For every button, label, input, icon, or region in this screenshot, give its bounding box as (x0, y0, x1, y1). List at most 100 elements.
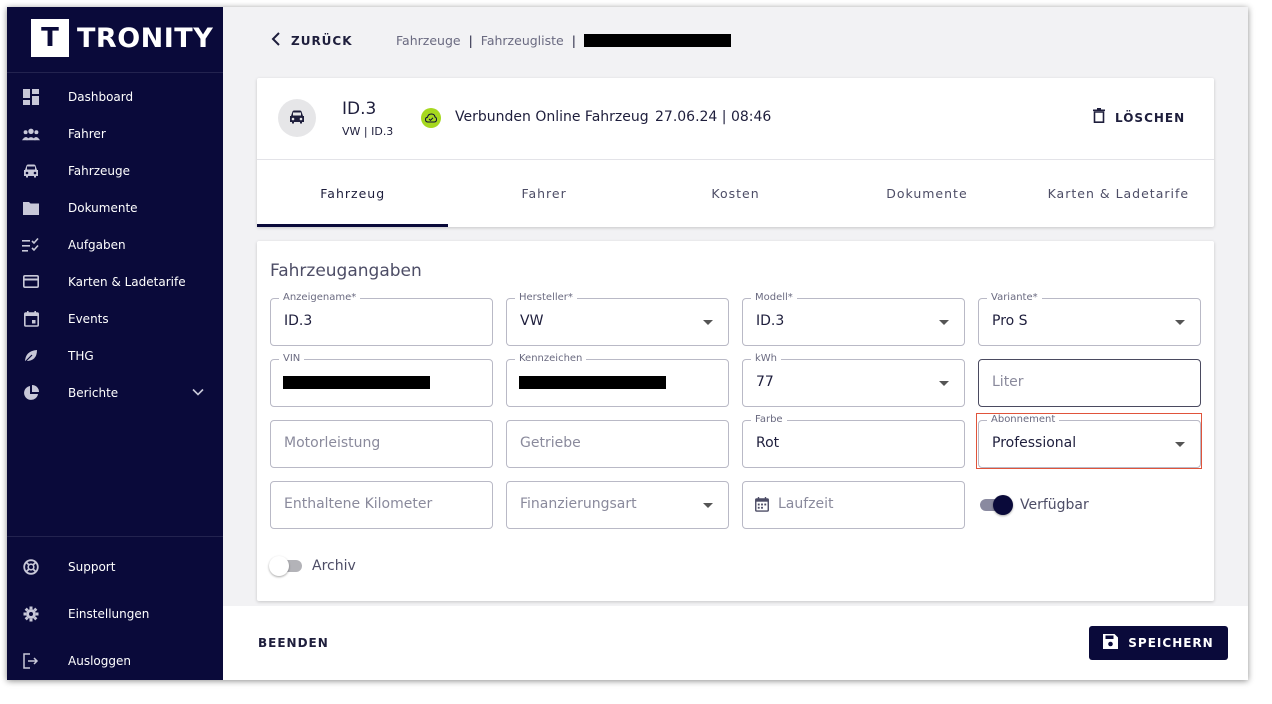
motorleistung-field[interactable]: Motorleistung (270, 420, 493, 468)
calendar-icon (22, 310, 40, 328)
field-placeholder: Getriebe (520, 435, 581, 451)
sidebar: T TRONITY Dashboard Fahrer Fahrzeuge Dok… (7, 7, 223, 680)
status-timestamp: 27.06.24 | 08:46 (655, 109, 772, 125)
sidebar-item-berichte[interactable]: Berichte (7, 374, 223, 411)
vehicle-details-card: Fahrzeugangaben Anzeigename* ID.3 Herste… (257, 241, 1214, 601)
finish-button[interactable]: BEENDEN (258, 636, 329, 650)
toggle-knob (269, 556, 289, 576)
sidebar-item-label: Fahrzeuge (68, 163, 130, 178)
breadcrumb-separator: | (468, 33, 473, 48)
sidebar-item-label: Karten & Ladetarife (68, 274, 186, 289)
chevron-left-icon (271, 31, 281, 50)
back-button[interactable]: ZURÜCK (271, 31, 353, 50)
dropdown-arrow-icon (939, 320, 949, 325)
kilometer-field[interactable]: Enthaltene Kilometer (270, 481, 493, 529)
sidebar-item-label: Events (68, 311, 109, 326)
leaf-icon (22, 347, 40, 365)
tab-fahrzeug[interactable]: Fahrzeug (257, 160, 449, 227)
dropdown-arrow-icon (1175, 320, 1185, 325)
tab-fahrer[interactable]: Fahrer (448, 160, 639, 227)
tab-dokumente[interactable]: Dokumente (831, 160, 1022, 227)
sidebar-item-fahrzeuge[interactable]: Fahrzeuge (7, 152, 223, 189)
tab-bar: Fahrzeug Fahrer Kosten Dokumente Karten … (257, 160, 1214, 227)
vehicle-subtitle: VW | ID.3 (342, 125, 394, 138)
checklist-icon (22, 236, 40, 254)
toggle-knob (993, 495, 1013, 515)
field-placeholder: Liter (992, 374, 1024, 390)
kwh-select[interactable]: kWh 77 (742, 353, 965, 407)
calendar-icon (755, 497, 769, 516)
field-label: Anzeigename* (279, 292, 361, 304)
sidebar-item-thg[interactable]: THG (7, 337, 223, 374)
dropdown-arrow-icon (703, 503, 713, 508)
getriebe-field[interactable]: Getriebe (506, 420, 729, 468)
sidebar-item-support[interactable]: Support (7, 543, 223, 590)
hersteller-select[interactable]: Hersteller* VW (506, 292, 729, 346)
sidebar-item-label: Ausloggen (68, 653, 131, 668)
toggle-label: Archiv (312, 558, 356, 574)
sidebar-item-karten[interactable]: Karten & Ladetarife (7, 263, 223, 300)
laufzeit-date-field[interactable]: Laufzeit (742, 481, 965, 529)
save-button[interactable]: SPEICHERN (1089, 626, 1228, 660)
field-value: Rot (756, 435, 780, 451)
topbar: ZURÜCK Fahrzeuge | Fahrzeugliste | (223, 7, 1248, 73)
field-value: VW (520, 313, 544, 329)
delete-button[interactable]: LÖSCHEN (1093, 108, 1185, 127)
dropdown-arrow-icon (939, 381, 949, 386)
field-label: Kennzeichen (515, 353, 587, 365)
vehicle-name: ID.3 (342, 99, 377, 119)
redacted-vin (283, 376, 430, 389)
liter-field[interactable]: Liter (978, 359, 1201, 407)
people-icon (22, 125, 40, 143)
chevron-down-icon[interactable] (191, 384, 207, 400)
sidebar-item-events[interactable]: Events (7, 300, 223, 337)
sidebar-item-fahrer[interactable]: Fahrer (7, 115, 223, 152)
toggle-track (269, 556, 302, 576)
field-label: Variante* (987, 292, 1042, 304)
section-title: Fahrzeugangaben (270, 261, 422, 281)
anzeigename-field[interactable]: Anzeigename* ID.3 (270, 292, 493, 346)
sidebar-item-dashboard[interactable]: Dashboard (7, 78, 223, 115)
field-label: VIN (279, 353, 305, 365)
sidebar-item-label: Aufgaben (68, 237, 126, 252)
tab-karten-ladetarife[interactable]: Karten & Ladetarife (1023, 160, 1214, 227)
breadcrumb-fahrzeuge[interactable]: Fahrzeuge (396, 33, 461, 48)
dropdown-arrow-icon (703, 320, 713, 325)
sidebar-item-aufgaben[interactable]: Aufgaben (7, 226, 223, 263)
highlight-box (976, 413, 1202, 469)
sidebar-item-einstellungen[interactable]: Einstellungen (7, 590, 223, 637)
tab-kosten[interactable]: Kosten (640, 160, 831, 227)
breadcrumb-fahrzeugliste[interactable]: Fahrzeugliste (481, 33, 564, 48)
back-label: ZURÜCK (291, 33, 353, 48)
support-icon (22, 558, 40, 576)
folder-icon (22, 199, 40, 217)
archiv-toggle[interactable]: Archiv (269, 556, 356, 576)
field-placeholder: Laufzeit (778, 496, 834, 512)
vin-field[interactable]: VIN (270, 353, 493, 407)
vehicle-header-card: ID.3 VW | ID.3 Verbunden Online Fahrzeug… (257, 78, 1214, 227)
logo-mark: T (31, 19, 69, 57)
toggle-track (980, 495, 1013, 515)
farbe-field[interactable]: Farbe Rot (742, 414, 965, 468)
field-placeholder: Finanzierungsart (520, 496, 637, 512)
breadcrumb: Fahrzeuge | Fahrzeugliste | (396, 33, 731, 48)
kennzeichen-field[interactable]: Kennzeichen (506, 353, 729, 407)
variante-select[interactable]: Variante* Pro S (978, 292, 1201, 346)
logo-text: TRONITY (77, 22, 214, 54)
sidebar-item-label: Dokumente (68, 200, 138, 215)
trash-icon (1093, 108, 1105, 127)
sidebar-item-ausloggen[interactable]: Ausloggen (7, 637, 223, 680)
main-content: ZURÜCK Fahrzeuge | Fahrzeugliste | ID.3 … (223, 7, 1248, 680)
field-value: ID.3 (284, 313, 313, 329)
pie-chart-icon (22, 384, 40, 402)
logo[interactable]: T TRONITY (31, 19, 213, 57)
delete-label: LÖSCHEN (1115, 110, 1186, 125)
sidebar-item-dokumente[interactable]: Dokumente (7, 189, 223, 226)
sidebar-item-label: THG (68, 348, 94, 363)
verfuegbar-toggle[interactable]: Verfügbar (980, 495, 1089, 515)
vehicle-avatar (278, 99, 316, 137)
field-placeholder: Enthaltene Kilometer (284, 496, 433, 512)
sidebar-item-label: Fahrer (68, 126, 106, 141)
modell-select[interactable]: Modell* ID.3 (742, 292, 965, 346)
finanzierungsart-select[interactable]: Finanzierungsart (506, 481, 729, 529)
